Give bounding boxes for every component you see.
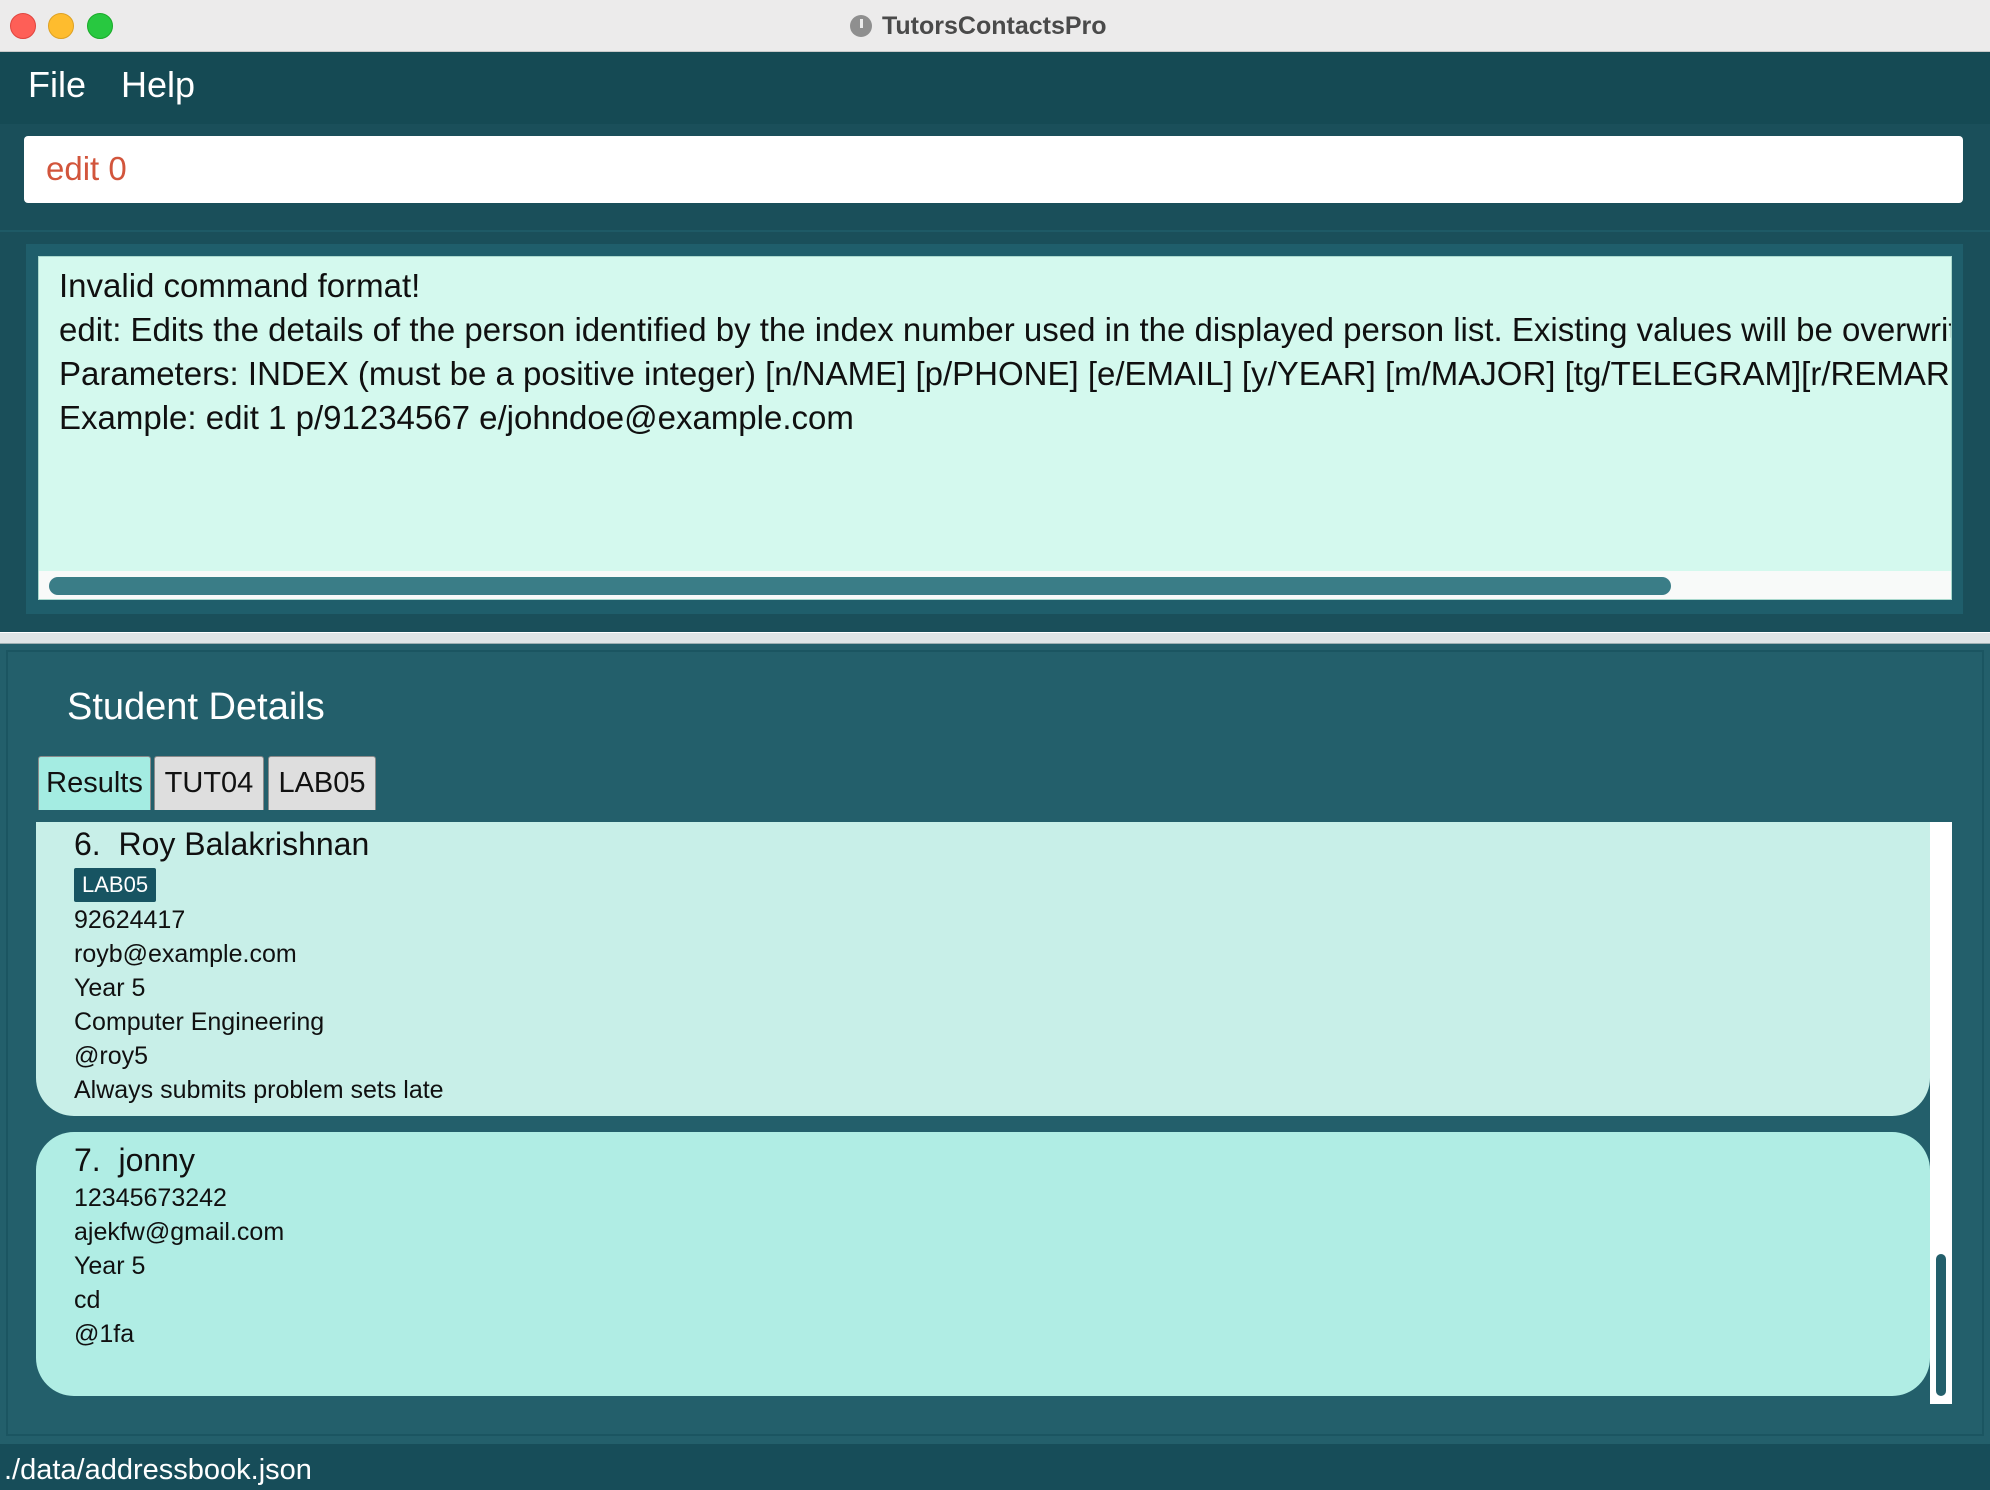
result-display[interactable]: Invalid command format! edit: Edits the … xyxy=(38,256,1952,600)
person-email: ajekfw@gmail.com xyxy=(74,1218,285,1246)
person-phone: 92624417 xyxy=(74,906,186,934)
vertical-scrollbar-thumb[interactable] xyxy=(1936,1254,1946,1396)
person-name-line: 7. jonny xyxy=(74,1142,195,1179)
close-window-button[interactable] xyxy=(10,13,36,39)
result-display-container: Invalid command format! edit: Edits the … xyxy=(0,232,1990,632)
result-line: edit: Edits the details of the person id… xyxy=(59,311,1951,348)
result-line: Invalid command format! xyxy=(59,267,421,304)
person-major: Computer Engineering xyxy=(74,1008,325,1036)
zoom-window-button[interactable] xyxy=(87,13,113,39)
app-icon xyxy=(850,15,872,37)
menu-file[interactable]: File xyxy=(28,64,86,106)
menu-help[interactable]: Help xyxy=(121,64,195,106)
save-location: ./data/addressbook.json xyxy=(4,1454,312,1486)
person-major: cd xyxy=(74,1286,101,1314)
person-year: Year 5 xyxy=(74,1252,146,1280)
person-remark: Always submits problem sets late xyxy=(74,1076,444,1104)
group-tag: LAB05 xyxy=(74,868,157,902)
person-name-line: 6. Roy Balakrishnan xyxy=(74,826,369,863)
command-box-container: edit 0 xyxy=(0,124,1990,230)
title-bar: TutorsContactsPro xyxy=(0,0,1990,52)
person-card[interactable]: 7. jonny 12345673242 ajekfw@gmail.com Ye… xyxy=(36,1132,1930,1396)
result-line: Example: edit 1 p/91234567 e/johndoe@exa… xyxy=(59,399,854,436)
person-year: Year 5 xyxy=(74,974,146,1002)
person-name: Roy Balakrishnan xyxy=(118,826,370,862)
menu-bar: File Help xyxy=(0,52,1990,124)
split-pane-divider[interactable] xyxy=(0,632,1990,644)
person-index: 7. xyxy=(74,1142,101,1178)
person-telegram: @1fa xyxy=(74,1320,135,1348)
person-telegram: @roy5 xyxy=(74,1042,149,1070)
person-email: royb@example.com xyxy=(74,940,297,968)
person-name: jonny xyxy=(118,1142,195,1178)
horizontal-scrollbar[interactable] xyxy=(39,571,1951,599)
command-input[interactable]: edit 0 xyxy=(24,136,1963,203)
horizontal-scrollbar-thumb[interactable] xyxy=(49,577,1671,595)
command-input-text: edit 0 xyxy=(46,150,127,187)
status-bar: ./data/addressbook.json xyxy=(0,1444,1990,1490)
person-phone: 12345673242 xyxy=(74,1184,227,1212)
person-card[interactable]: 6. Roy Balakrishnan LAB05 92624417 royb@… xyxy=(36,822,1930,1116)
student-details-panel: Student Details Results TUT04 LAB05 6. R… xyxy=(0,644,1990,1444)
panel-title: Student Details xyxy=(67,686,325,728)
window-title: TutorsContactsPro xyxy=(850,12,1107,40)
result-display-frame: Invalid command format! edit: Edits the … xyxy=(26,244,1963,614)
result-line: Parameters: INDEX (must be a positive in… xyxy=(59,355,1952,392)
tab-lab05[interactable]: LAB05 xyxy=(268,756,376,810)
person-index: 6. xyxy=(74,826,101,862)
vertical-scrollbar[interactable] xyxy=(1930,822,1952,1404)
window-title-text: TutorsContactsPro xyxy=(882,11,1107,40)
tab-tut04[interactable]: TUT04 xyxy=(154,756,264,810)
tab-results[interactable]: Results xyxy=(38,756,151,810)
minimize-window-button[interactable] xyxy=(48,13,74,39)
